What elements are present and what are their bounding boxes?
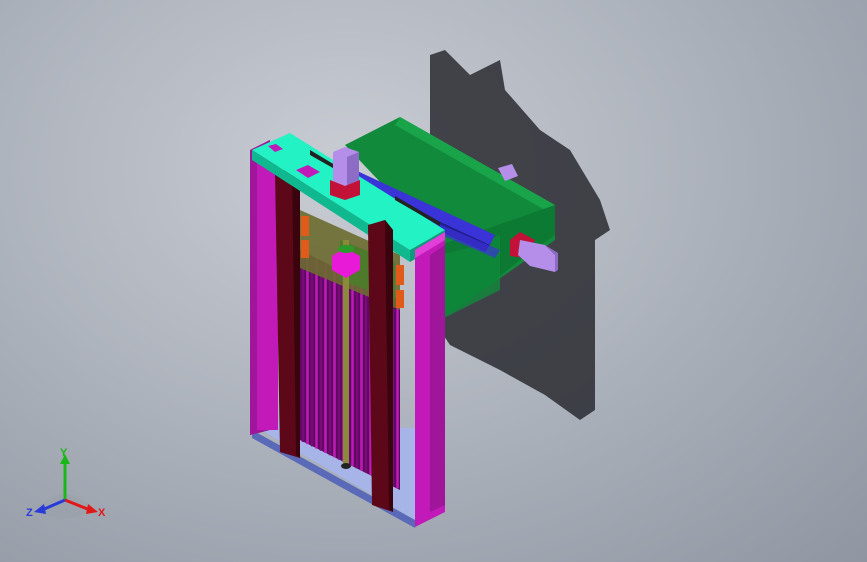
right-guide-column[interactable]	[368, 220, 393, 512]
x-axis-label: X	[98, 507, 106, 519]
model-view[interactable]	[0, 0, 867, 562]
y-axis-label: Y	[60, 448, 68, 459]
axis-triad[interactable]: Y X Z	[20, 448, 110, 528]
right-side-panel[interactable]	[415, 232, 445, 527]
graphics-viewport[interactable]: Y X Z	[0, 0, 867, 562]
z-axis-label: Z	[26, 507, 33, 519]
left-guide-column[interactable]	[275, 168, 300, 458]
x-axis-head	[86, 504, 98, 514]
top-stepper-motor[interactable]	[330, 147, 360, 200]
left-side-panel[interactable]	[250, 140, 278, 435]
